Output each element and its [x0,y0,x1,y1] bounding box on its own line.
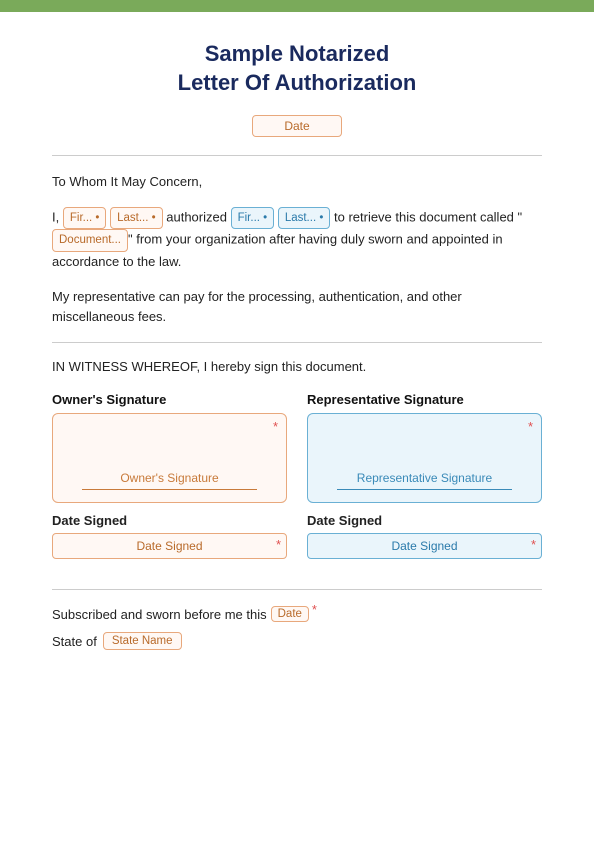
owner-sig-placeholder: Owner's Signature [120,471,218,485]
rep-first-field[interactable]: Fir... • [231,207,275,229]
divider-mid [52,342,542,343]
rep-date-field[interactable]: Date Signed [307,533,542,559]
rep-sig-underline [337,489,512,490]
subscribed-pre: Subscribed and sworn before me this [52,607,267,622]
state-pre: State of [52,634,97,649]
signatures-row: Owner's Signature * Owner's Signature Re… [52,392,542,503]
divider-bottom [52,589,542,590]
rep-date-required: * [531,537,536,552]
date-field[interactable]: Date [252,115,342,137]
rep-date-block: Date Signed Date Signed * [307,513,542,559]
rep-date-label: Date Signed [307,513,542,528]
owner-signature-block: Owner's Signature * Owner's Signature [52,392,287,503]
notary-date-required: * [312,602,317,617]
state-text: State of State Name [52,632,542,650]
document-field[interactable]: Document... [52,229,128,251]
top-accent-bar [0,0,594,12]
owner-date-label: Date Signed [52,513,287,528]
owner-date-required: * [276,537,281,552]
rep-sig-box[interactable]: * Representative Signature [307,413,542,503]
state-field[interactable]: State Name [103,632,182,650]
greeting-text: To Whom It May Concern, [52,172,542,193]
owner-sig-required: * [273,419,278,434]
rep-sig-placeholder: Representative Signature [357,471,492,485]
owner-first-field[interactable]: Fir... • [63,207,107,229]
rep-sig-label: Representative Signature [307,392,542,407]
witness-text: IN WITNESS WHEREOF, I hereby sign this d… [52,359,542,374]
rep-sig-required: * [528,419,533,434]
rep-last-field[interactable]: Last... • [278,207,331,229]
owner-sig-label: Owner's Signature [52,392,287,407]
notary-date-field[interactable]: Date [271,606,309,622]
paragraph1: I, Fir... • Last... • authorized Fir... … [52,207,542,273]
divider-top [52,155,542,156]
page-title: Sample Notarized Letter Of Authorization [52,40,542,97]
rep-signature-block: Representative Signature * Representativ… [307,392,542,503]
owner-date-block: Date Signed Date Signed * [52,513,287,559]
date-signed-row: Date Signed Date Signed * Date Signed Da… [52,513,542,559]
owner-date-field[interactable]: Date Signed [52,533,287,559]
paragraph2: My representative can pay for the proces… [52,287,542,329]
owner-sig-box[interactable]: * Owner's Signature [52,413,287,503]
subscribed-text: Subscribed and sworn before me this Date… [52,606,542,622]
para1-pre: I, [52,210,59,225]
owner-sig-underline [82,489,257,490]
owner-last-field[interactable]: Last... • [110,207,163,229]
subscribed-section: Subscribed and sworn before me this Date… [52,606,542,650]
